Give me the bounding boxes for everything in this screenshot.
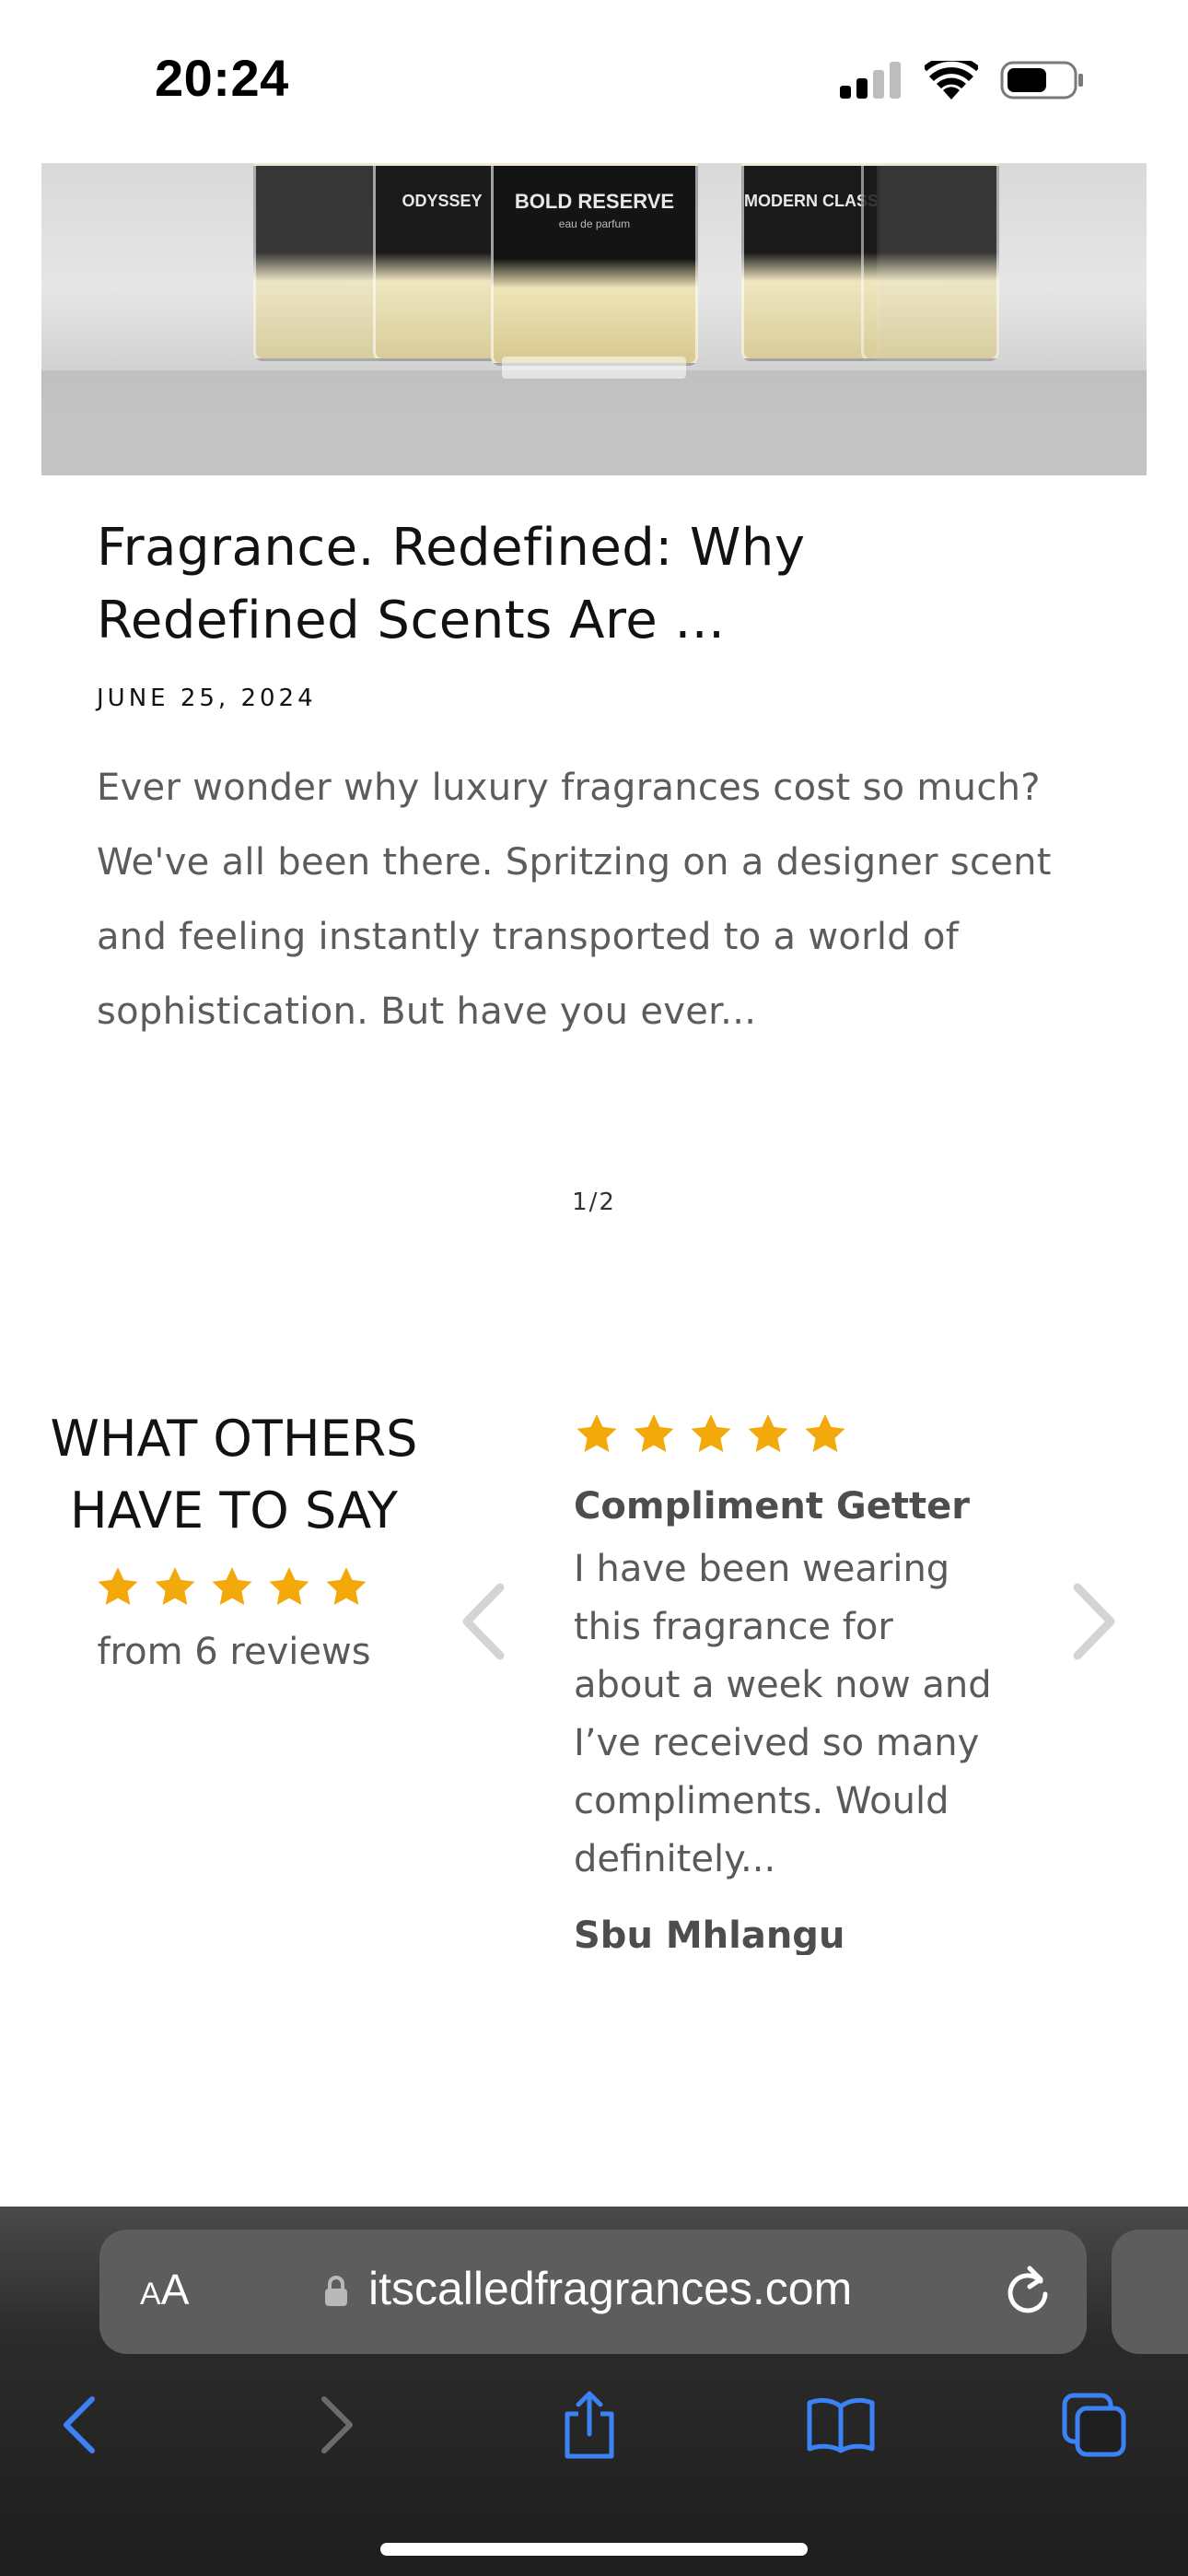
article-title-link[interactable]: Fragrance. Redefined: Why Redefined Scen… xyxy=(97,511,1073,657)
review-author: Sbu Mhlangu xyxy=(574,1914,845,1955)
review-star-rating xyxy=(574,1411,848,1458)
star-icon xyxy=(577,1414,617,1452)
bottle-label-bold-reserve: BOLD RESERVE xyxy=(514,190,675,213)
bottle-center: BOLD RESERVE eau de parfum xyxy=(491,163,698,366)
star-icon xyxy=(805,1414,845,1452)
share-icon xyxy=(565,2391,614,2459)
wifi-icon xyxy=(925,61,978,100)
article-date: JUNE 25, 2024 xyxy=(97,685,317,712)
share-button[interactable] xyxy=(553,2388,626,2462)
tabs-icon xyxy=(1062,2393,1126,2457)
bottle-right: MODERN CLASSIC xyxy=(741,163,879,361)
reader-text-size-button[interactable]: AA xyxy=(140,2265,189,2314)
bottle-sub-label: eau de parfum xyxy=(558,217,631,230)
forward-button[interactable] xyxy=(300,2388,374,2462)
carousel-pagination: 1/2 xyxy=(572,1188,616,1216)
review-title: Compliment Getter xyxy=(574,1485,970,1528)
summary-star-rating xyxy=(95,1564,369,1610)
bottle-label-odyssey: ODYSSEY xyxy=(402,192,483,210)
url-text[interactable]: itscalledfragrances.com xyxy=(368,2262,852,2315)
lock-icon xyxy=(325,2276,347,2306)
status-time: 20:24 xyxy=(155,49,289,107)
bottle-base xyxy=(502,357,686,379)
star-icon xyxy=(98,1567,138,1605)
article-hero-image[interactable]: ODYSSEY MODERN CLASSIC BOLD RESERVE eau … xyxy=(41,163,1147,475)
status-bar: 20:24 xyxy=(0,0,1188,161)
hero-reflection xyxy=(41,370,1147,475)
previous-review-arrow-icon[interactable] xyxy=(456,1580,511,1663)
battery-icon xyxy=(1000,61,1083,100)
bookmarks-button[interactable] xyxy=(804,2388,878,2462)
article-excerpt: Ever wonder why luxury fragrances cost s… xyxy=(97,767,1052,1033)
next-tab-peek[interactable] xyxy=(1112,2230,1188,2354)
star-icon xyxy=(212,1567,252,1605)
star-icon xyxy=(748,1414,788,1452)
reload-icon[interactable] xyxy=(1004,2265,1052,2316)
home-indicator xyxy=(380,2543,808,2556)
star-icon xyxy=(155,1567,195,1605)
forward-icon xyxy=(321,2396,353,2453)
review-body: I have been wearing this fragrance for a… xyxy=(574,1548,992,1880)
reviews-heading: WHAT OTHERS HAVE TO SAY xyxy=(50,1410,418,1540)
bottle-label-modern-classic: MODERN CLASSIC xyxy=(744,192,877,210)
star-icon xyxy=(691,1414,731,1452)
star-icon xyxy=(634,1414,674,1452)
back-button[interactable] xyxy=(42,2388,116,2462)
cellular-signal-icon xyxy=(840,62,901,99)
bookmarks-icon xyxy=(807,2397,875,2453)
star-icon xyxy=(269,1567,309,1605)
next-review-arrow-icon[interactable] xyxy=(1066,1580,1122,1663)
status-icons xyxy=(840,57,1085,103)
star-icon xyxy=(326,1567,367,1605)
tabs-button[interactable] xyxy=(1057,2388,1131,2462)
review-count: from 6 reviews xyxy=(97,1631,371,1673)
bottle-far-right xyxy=(861,163,999,361)
back-icon xyxy=(64,2396,95,2453)
bottle-far-left xyxy=(253,163,391,361)
